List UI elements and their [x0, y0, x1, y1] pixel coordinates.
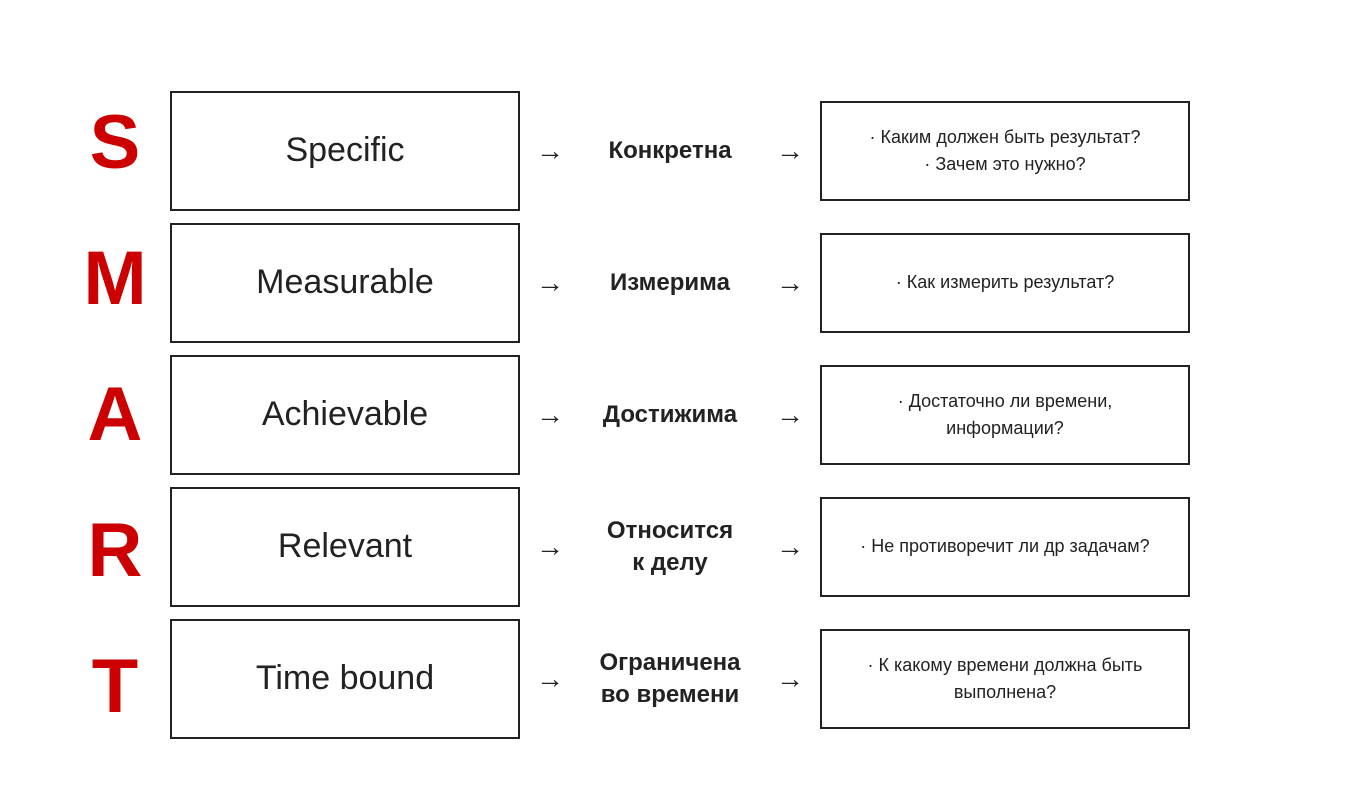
- arrow2-3: →: [760, 531, 820, 563]
- term-text-0: Specific: [285, 131, 404, 170]
- arrow2-2: →: [760, 399, 820, 431]
- translation-3: Относится к делу: [580, 515, 760, 577]
- term-text-3: Relevant: [278, 527, 412, 566]
- main-content: SMART Specific→Конкретна→· Каким должен …: [60, 75, 1300, 755]
- row-2: Achievable →Достижима→ · Достаточно ли вре…: [170, 351, 1300, 479]
- smart-letter-a: A: [88, 350, 143, 480]
- smart-letter-s: S: [90, 78, 141, 208]
- page-wrapper: SMART Specific→Конкретна→· Каким должен …: [0, 47, 1360, 765]
- arrow1-3: →: [520, 531, 580, 563]
- desc-box-4: · К какому времени должна быть выполнена…: [820, 629, 1190, 729]
- desc-box-3: · Не противоречит ли др задачам?: [820, 497, 1190, 597]
- term-box-1: Measurable: [170, 223, 520, 343]
- smart-letters: SMART: [60, 75, 170, 755]
- desc-text-1: · Как измерить результат?: [896, 269, 1114, 296]
- rows-container: Specific→Конкретна→· Каким должен быть р…: [170, 87, 1300, 743]
- desc-text-4: · К какому времени должна быть выполнена…: [838, 652, 1172, 706]
- arrow2-4: →: [760, 663, 820, 695]
- desc-text-0: · Каким должен быть результат? · Зачем э…: [870, 124, 1141, 178]
- term-text-4: Time bound: [256, 659, 434, 698]
- row-1: Measurable →Измерима→ · Как измерить резул…: [170, 219, 1300, 347]
- desc-box-2: · Достаточно ли времени, информации?: [820, 365, 1190, 465]
- arrow2-0: →: [760, 135, 820, 167]
- arrow2-1: →: [760, 267, 820, 299]
- arrow1-0: →: [520, 135, 580, 167]
- desc-box-0: · Каким должен быть результат? · Зачем э…: [820, 101, 1190, 201]
- smart-letter-r: R: [88, 486, 143, 616]
- row-4: Time bound →Ограничена во времени→ · К как…: [170, 615, 1300, 743]
- smart-letter-t: T: [92, 622, 138, 752]
- translation-1: Измерима: [580, 267, 760, 298]
- row-0: Specific →Конкретна→ · Каким должен быть р…: [170, 87, 1300, 215]
- term-box-2: Achievable: [170, 355, 520, 475]
- desc-text-3: · Не противоречит ли др задачам?: [860, 533, 1149, 560]
- desc-text-2: · Достаточно ли времени, информации?: [838, 388, 1172, 442]
- translation-4: Ограничена во времени: [580, 647, 760, 709]
- term-text-1: Measurable: [256, 263, 434, 302]
- desc-box-1: · Как измерить результат?: [820, 233, 1190, 333]
- translation-0: Конкретна: [580, 135, 760, 166]
- arrow1-1: →: [520, 267, 580, 299]
- row-3: Relevant →Относится к делу→ · Не противоре…: [170, 483, 1300, 611]
- term-text-2: Achievable: [262, 395, 428, 434]
- arrow1-2: →: [520, 399, 580, 431]
- translation-2: Достижима: [580, 399, 760, 430]
- term-box-0: Specific: [170, 91, 520, 211]
- term-box-4: Time bound: [170, 619, 520, 739]
- arrow1-4: →: [520, 663, 580, 695]
- term-box-3: Relevant: [170, 487, 520, 607]
- smart-letter-m: M: [83, 214, 146, 344]
